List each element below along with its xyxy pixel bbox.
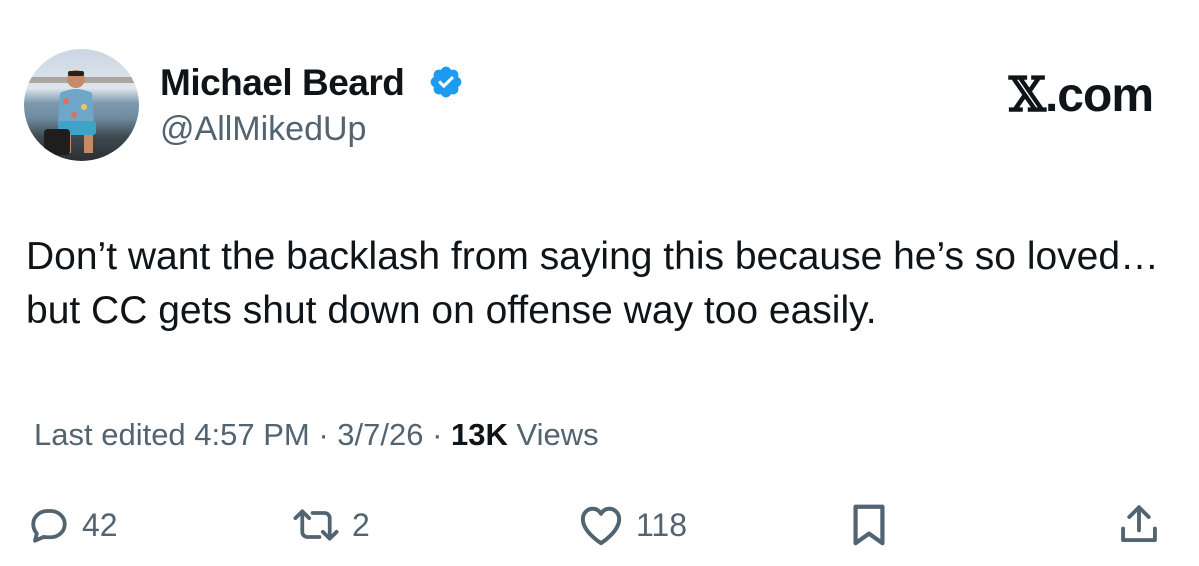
author-handle[interactable]: @AllMikedUp xyxy=(160,110,366,149)
share-button[interactable] xyxy=(1117,500,1161,550)
x-logo-icon: 𝕏 xyxy=(1008,67,1046,123)
tweet-meta: Last edited 4:57 PM · 3/7/26 · 13K Views xyxy=(34,417,599,453)
tweet-text: Don’t want the backlash from saying this… xyxy=(26,235,1160,332)
share-icon xyxy=(1121,505,1157,542)
brand-label: 𝕏.com xyxy=(1008,67,1154,123)
views-label: Views xyxy=(516,417,599,452)
avatar[interactable] xyxy=(24,49,139,161)
bookmark-button[interactable] xyxy=(848,500,890,550)
brand-suffix: .com xyxy=(1044,69,1154,122)
reply-count: 42 xyxy=(82,506,118,543)
repost-icon xyxy=(293,509,339,541)
edited-timestamp[interactable]: Last edited 4:57 PM · 3/7/26 · xyxy=(34,417,442,452)
author-name[interactable]: Michael Beard xyxy=(160,62,405,104)
avatar-photo xyxy=(24,70,139,155)
bookmark-icon xyxy=(853,504,885,546)
verified-badge-icon xyxy=(430,66,462,98)
reply-button[interactable]: 42 xyxy=(28,500,118,550)
reply-icon xyxy=(31,509,67,543)
like-count: 118 xyxy=(636,506,688,543)
repost-button[interactable]: 2 xyxy=(292,500,370,550)
like-icon xyxy=(580,506,622,546)
like-button[interactable]: 118 xyxy=(578,500,687,550)
action-bar: 42 2 118 xyxy=(0,500,1199,550)
repost-count: 2 xyxy=(352,506,370,543)
views-count: 13K xyxy=(451,417,508,452)
